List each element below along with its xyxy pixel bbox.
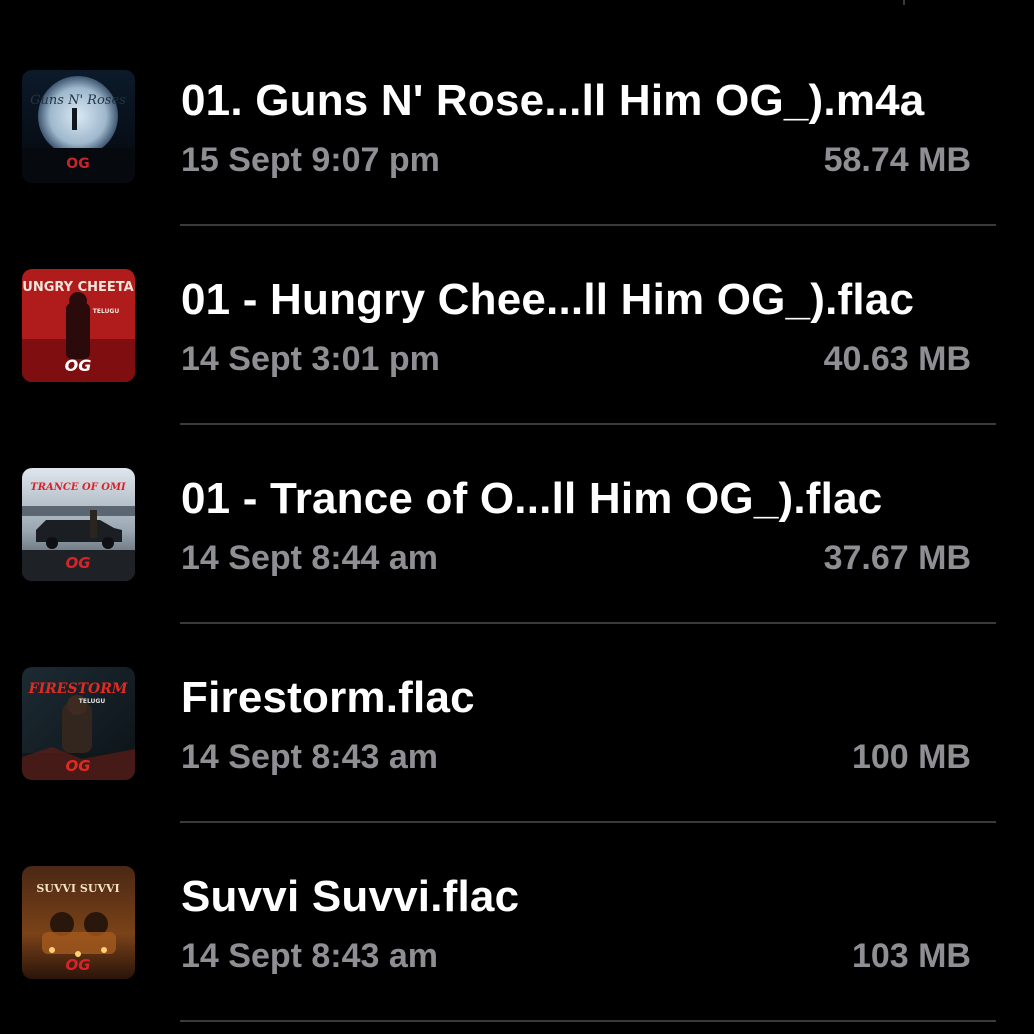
- list-item[interactable]: FIRESTORM TELUGU OG Firestorm.flac 14 Se…: [0, 597, 1034, 823]
- list-item[interactable]: Guns N' Roses OG 01. Guns N' Rose...ll H…: [0, 0, 1034, 226]
- file-date: 14 Sept 8:44 am: [181, 539, 439, 577]
- file-size: 37.67 MB: [823, 539, 971, 577]
- artwork-title: TRANCE OF OMI: [30, 482, 126, 493]
- album-artwork: TRANCE OF OMI OG: [22, 468, 135, 581]
- file-name: Suvvi Suvvi.flac: [181, 872, 520, 921]
- file-name: Firestorm.flac: [181, 673, 475, 722]
- list-item[interactable]: TRANCE OF OMI OG 01 - Trance of O...ll H…: [0, 398, 1034, 624]
- artwork-title: SUVVI SUVVI: [36, 882, 119, 895]
- file-name: 01. Guns N' Rose...ll Him OG_).m4a: [181, 76, 925, 125]
- album-artwork: HUNGRY CHEETAH TELUGU OG: [22, 269, 135, 382]
- file-date: 14 Sept 8:43 am: [181, 738, 439, 776]
- album-artwork: FIRESTORM TELUGU OG: [22, 667, 135, 780]
- file-name: 01 - Hungry Chee...ll Him OG_).flac: [181, 275, 915, 324]
- file-size: 40.63 MB: [823, 340, 971, 378]
- artwork-badge: OG: [65, 956, 90, 974]
- file-date: 14 Sept 3:01 pm: [181, 340, 440, 378]
- file-date: 14 Sept 8:43 am: [181, 937, 439, 975]
- file-size: 100 MB: [851, 738, 971, 776]
- album-artwork: Guns N' Roses OG: [22, 70, 135, 183]
- list-item[interactable]: HUNGRY CHEETAH TELUGU OG 01 - Hungry Che…: [0, 199, 1034, 425]
- file-name: 01 - Trance of O...ll Him OG_).flac: [181, 474, 883, 523]
- artwork-subtitle: TELUGU: [93, 308, 120, 315]
- file-date: 15 Sept 9:07 pm: [181, 141, 440, 179]
- artwork-title: Guns N' Roses: [30, 93, 126, 108]
- artwork-badge: OG: [65, 356, 92, 375]
- artwork-subtitle: TELUGU: [79, 698, 106, 705]
- album-artwork: SUVVI SUVVI OG: [22, 866, 135, 979]
- artwork-badge: OG: [65, 757, 90, 775]
- file-size: 58.74 MB: [823, 141, 971, 179]
- list-item[interactable]: SUVVI SUVVI OG Suvvi Suvvi.flac 14 Sept …: [0, 796, 1034, 1022]
- artwork-badge: OG: [66, 156, 89, 172]
- artwork-title: HUNGRY CHEETAH: [22, 280, 135, 295]
- divider: [180, 1020, 996, 1022]
- artwork-badge: OG: [65, 554, 90, 572]
- artwork-title: FIRESTORM: [28, 681, 128, 697]
- file-size: 103 MB: [851, 937, 971, 975]
